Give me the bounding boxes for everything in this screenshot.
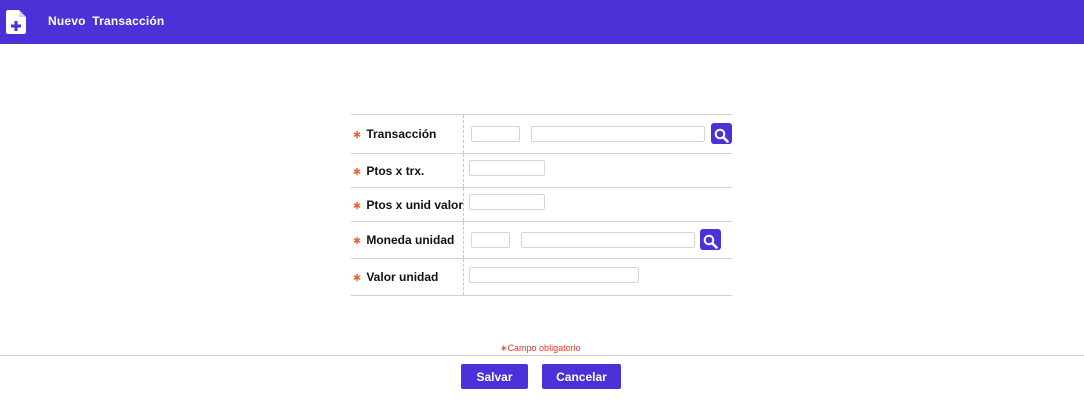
form-row-ptos-unid-valor: ∗ Ptos x unid valor bbox=[351, 187, 732, 222]
save-button[interactable]: Salvar bbox=[461, 364, 528, 389]
cancel-button[interactable]: Cancelar bbox=[542, 364, 621, 389]
label-valor-unidad: Valor unidad bbox=[366, 270, 439, 284]
transaction-form: ∗ Transacción ∗ Ptos x trx. ∗ Ptos x uni… bbox=[351, 114, 733, 296]
form-row-transaccion: ∗ Transacción bbox=[351, 114, 733, 154]
magnifier-icon bbox=[714, 128, 729, 143]
magnifier-icon bbox=[703, 234, 718, 249]
label-transaccion: Transacción bbox=[366, 127, 437, 141]
ptos-x-unid-valor-input[interactable] bbox=[469, 194, 546, 210]
moneda-description-input[interactable] bbox=[521, 232, 696, 248]
transaccion-code-input[interactable] bbox=[471, 126, 521, 142]
transaccion-description-input[interactable] bbox=[531, 126, 706, 142]
moneda-search-button[interactable] bbox=[700, 229, 722, 250]
required-field-note: ∗Campo obligatorio bbox=[500, 343, 581, 353]
form-row-valor-unidad: ∗ Valor unidad bbox=[351, 258, 732, 296]
ptos-x-trx-input[interactable] bbox=[469, 160, 546, 176]
title-bar: Nuevo Transacción bbox=[0, 0, 1084, 44]
transaccion-search-button[interactable] bbox=[711, 123, 733, 144]
form-row-moneda-unidad: ∗ Moneda unidad bbox=[351, 221, 732, 259]
page-title: Nuevo Transacción bbox=[48, 14, 165, 28]
required-marker: ∗ bbox=[352, 272, 362, 284]
required-marker: ∗ bbox=[352, 235, 362, 247]
required-marker: ∗ bbox=[352, 199, 362, 212]
label-ptos-x-unid-valor: Ptos x unid valor bbox=[366, 197, 464, 212]
required-marker: ∗ bbox=[352, 165, 362, 178]
required-marker: ∗ bbox=[352, 129, 362, 141]
valor-unidad-input[interactable] bbox=[469, 267, 640, 283]
new-document-icon bbox=[6, 10, 26, 34]
label-moneda-unidad: Moneda unidad bbox=[366, 233, 455, 247]
moneda-code-input[interactable] bbox=[471, 232, 511, 248]
label-ptos-x-trx: Ptos x trx. bbox=[366, 163, 425, 178]
form-row-ptos-trx: ∗ Ptos x trx. bbox=[351, 153, 732, 188]
footer-divider bbox=[0, 355, 1084, 356]
